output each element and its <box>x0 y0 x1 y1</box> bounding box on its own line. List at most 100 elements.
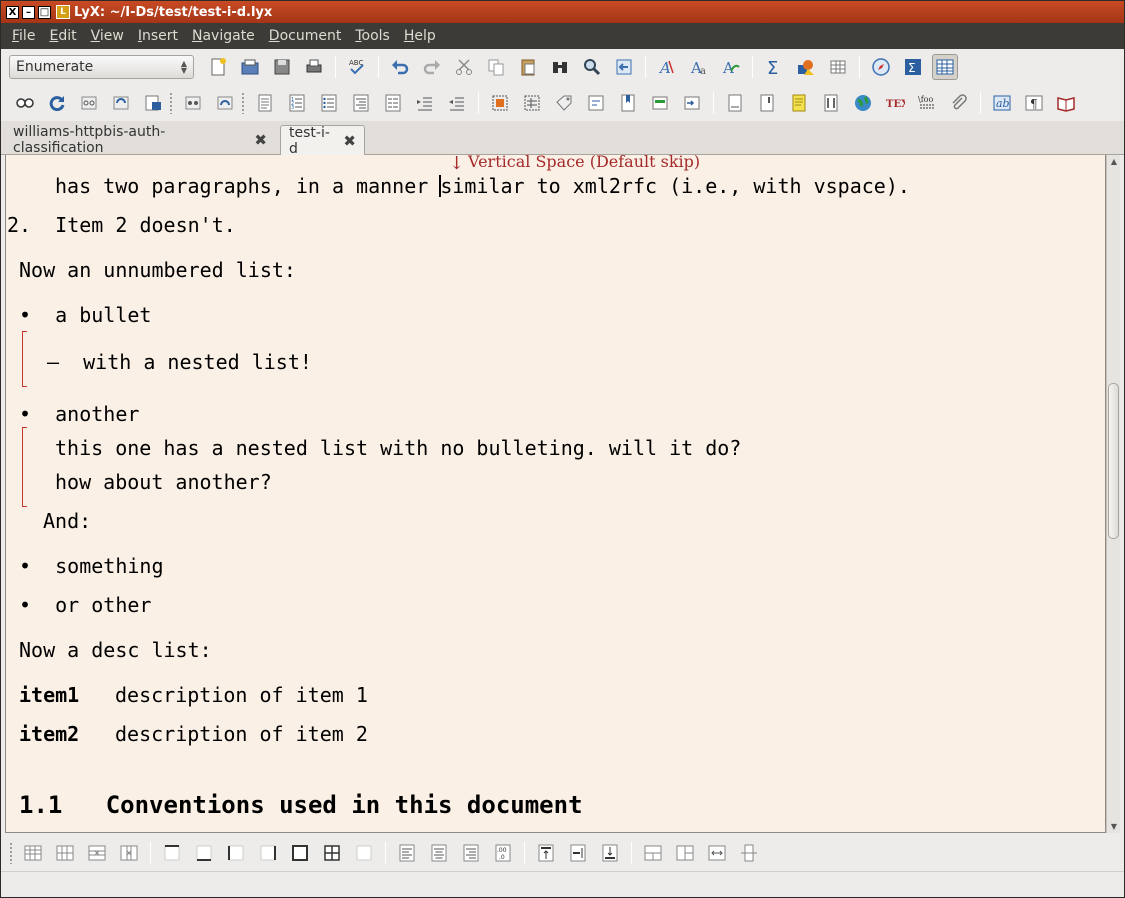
align-left-button[interactable] <box>252 90 278 116</box>
menu-edit[interactable]: Edit <box>42 28 83 44</box>
valign-bottom-button[interactable] <box>597 840 623 866</box>
view-other-button[interactable] <box>180 90 206 116</box>
add-row-button[interactable] <box>20 840 46 866</box>
align-cell-center-button[interactable] <box>426 840 452 866</box>
decrease-depth-button[interactable] <box>444 90 470 116</box>
view-button[interactable] <box>12 90 38 116</box>
undo-button[interactable] <box>387 54 413 80</box>
math-button[interactable]: Σ <box>761 54 787 80</box>
toolbar-grip[interactable] <box>9 842 13 864</box>
view-navigate-button[interactable] <box>868 54 894 80</box>
menu-insert[interactable]: Insert <box>131 28 185 44</box>
border-all-button[interactable] <box>319 840 345 866</box>
insert-citation-button[interactable] <box>615 90 641 116</box>
toolbar-grip[interactable] <box>241 92 245 114</box>
export-button[interactable] <box>140 90 166 116</box>
increase-depth-button[interactable] <box>412 90 438 116</box>
document-content[interactable]: ↓ Vertical Space (Default skip) has two … <box>6 155 1105 832</box>
itemize-item[interactable]: • or other <box>19 593 151 617</box>
insert-table-button[interactable] <box>825 54 851 80</box>
itemize-item[interactable]: • something <box>19 554 164 578</box>
border-top-button[interactable] <box>159 840 185 866</box>
insert-nomenclature-button[interactable] <box>679 90 705 116</box>
nested-paragraph[interactable]: this one has a nested list with no bulle… <box>55 436 741 460</box>
description-text[interactable]: description of item 2 <box>115 722 368 746</box>
menu-file[interactable]: File <box>5 28 42 44</box>
menu-tools[interactable]: Tools <box>348 28 397 44</box>
nested-paragraph[interactable]: how about another? <box>55 470 272 494</box>
document-work-area[interactable]: ↓ Vertical Space (Default skip) has two … <box>5 155 1106 833</box>
new-document-button[interactable] <box>205 54 231 80</box>
paragraph-settings-button[interactable]: ¶ <box>1021 90 1047 116</box>
delete-column-button[interactable] <box>116 840 142 866</box>
description-term[interactable]: item1 <box>19 683 79 707</box>
insert-note-button[interactable] <box>786 90 812 116</box>
title-bar[interactable]: X – □ L LyX: ~/I-Ds/test/test-i-d.lyx <box>1 1 1124 23</box>
align-decimal-button[interactable]: .00.0 <box>490 840 516 866</box>
maximize-window-button[interactable]: □ <box>38 5 51 19</box>
find-replace-button[interactable] <box>579 54 605 80</box>
valign-top-button[interactable] <box>533 840 559 866</box>
border-outer-button[interactable] <box>287 840 313 866</box>
tab-williams-httpbis[interactable]: williams-httpbis-auth-classification ✖ <box>5 124 275 156</box>
itemize-button[interactable] <box>316 90 342 116</box>
itemize-item[interactable]: • a bullet <box>19 303 151 327</box>
insert-label-button[interactable] <box>551 90 577 116</box>
insert-cross-ref-button[interactable] <box>583 90 609 116</box>
find-button[interactable] <box>547 54 573 80</box>
set-width-button[interactable] <box>704 840 730 866</box>
minimize-window-button[interactable]: – <box>22 5 35 19</box>
update-master-button[interactable] <box>108 90 134 116</box>
paragraph-text[interactable]: has two paragraphs, in a manner similar … <box>55 174 910 198</box>
enumerate-button[interactable]: 123 <box>284 90 310 116</box>
open-document-button[interactable] <box>237 54 263 80</box>
spellcheck-button[interactable]: ABC <box>344 54 370 80</box>
valign-middle-button[interactable] <box>565 840 591 866</box>
tab-close-icon[interactable]: ✖ <box>343 132 356 150</box>
navigate-back-button[interactable] <box>611 54 637 80</box>
paragraph-text[interactable]: And: <box>43 509 91 533</box>
save-button[interactable] <box>269 54 295 80</box>
spellcheck-dialog-button[interactable]: ab <box>989 90 1015 116</box>
vertical-scrollbar[interactable]: ▲ ▼ <box>1106 155 1120 833</box>
update-button[interactable] <box>44 90 70 116</box>
print-button[interactable] <box>301 54 327 80</box>
border-left-button[interactable] <box>223 840 249 866</box>
delete-row-button[interactable] <box>84 840 110 866</box>
itemize-item[interactable]: • another <box>19 402 139 426</box>
add-column-button[interactable] <box>52 840 78 866</box>
rotate-cell-button[interactable] <box>736 840 762 866</box>
scrollbar-thumb[interactable] <box>1108 383 1119 539</box>
insert-url-button[interactable] <box>850 90 876 116</box>
toc-button[interactable] <box>1053 90 1079 116</box>
paragraph-text[interactable]: Now a desc list: <box>19 638 212 662</box>
insert-tex-button[interactable]: TEX <box>882 90 908 116</box>
section-heading[interactable]: 1.1 Conventions used in this document <box>19 791 583 819</box>
border-right-button[interactable] <box>255 840 281 866</box>
tab-close-icon[interactable]: ✖ <box>254 131 267 149</box>
enumerate-item[interactable]: 2. Item 2 doesn't. <box>7 213 236 237</box>
apply-style-button[interactable]: A <box>718 54 744 80</box>
vspace-inset-label[interactable]: Vertical Space (Default skip) <box>468 155 700 171</box>
insert-footnote-button[interactable] <box>722 90 748 116</box>
insert-graphics-button[interactable] <box>793 54 819 80</box>
menu-help[interactable]: Help <box>397 28 443 44</box>
copy-button[interactable] <box>483 54 509 80</box>
view-master-button[interactable] <box>76 90 102 116</box>
close-window-button[interactable]: X <box>6 5 19 19</box>
insert-file-button[interactable] <box>946 90 972 116</box>
scroll-up-icon[interactable]: ▲ <box>1109 157 1119 166</box>
insert-ert-button[interactable] <box>818 90 844 116</box>
menu-view[interactable]: View <box>84 28 131 44</box>
menu-navigate[interactable]: Navigate <box>185 28 262 44</box>
border-none-button[interactable] <box>351 840 377 866</box>
update-other-button[interactable] <box>212 90 238 116</box>
description-text[interactable]: description of item 1 <box>115 683 368 707</box>
noun-button[interactable]: Aa <box>686 54 712 80</box>
menu-document[interactable]: Document <box>262 28 349 44</box>
math-panel-button[interactable]: Σ <box>900 54 926 80</box>
insert-float-table-button[interactable] <box>519 90 545 116</box>
border-bottom-button[interactable] <box>191 840 217 866</box>
multirow-button[interactable] <box>672 840 698 866</box>
scroll-down-icon[interactable]: ▼ <box>1109 822 1119 831</box>
